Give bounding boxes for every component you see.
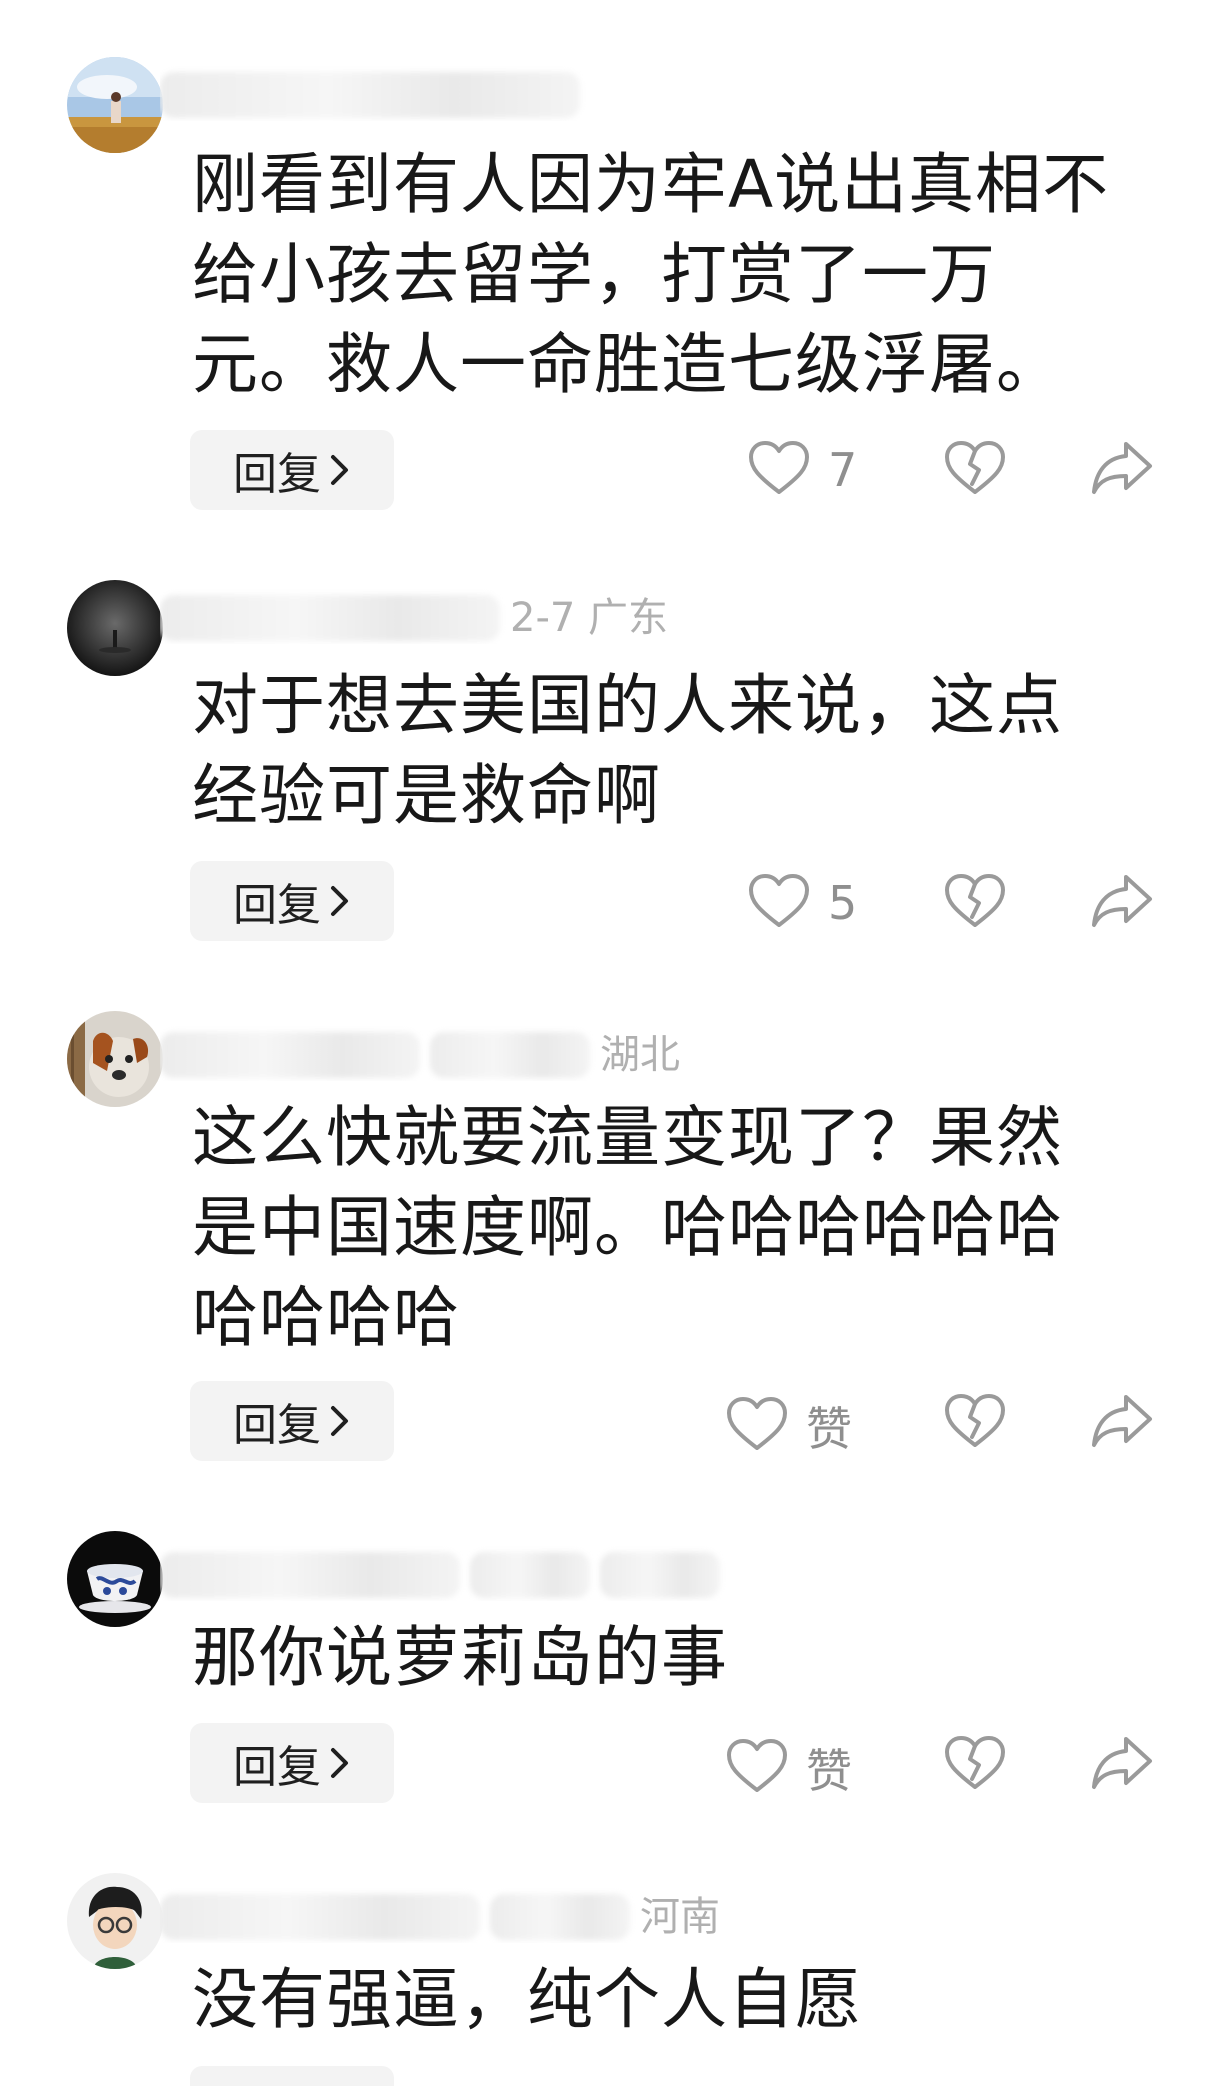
- like-button[interactable]: 赞: [726, 1393, 852, 1459]
- heart-outline-icon: [748, 440, 810, 500]
- comment-meta: [160, 65, 800, 121]
- avatar[interactable]: [67, 580, 163, 676]
- blurred-username: [470, 1552, 590, 1598]
- share-arrow-icon: [1092, 1737, 1152, 1789]
- blurred-username: [600, 1552, 720, 1598]
- dislike-button[interactable]: [944, 873, 1006, 933]
- share-arrow-icon: [1092, 442, 1152, 494]
- share-button[interactable]: [1090, 873, 1154, 933]
- comment-location: 河南: [640, 1894, 720, 1940]
- comment-text: 对于想去美国的人来说，这点 经验可是救命啊: [192, 661, 1162, 841]
- reply-button[interactable]: 回复: [190, 861, 394, 941]
- comment-meta: 河南: [160, 1887, 800, 1943]
- reply-button[interactable]: 回复: [190, 1381, 394, 1461]
- like-button[interactable]: 7: [748, 440, 857, 500]
- share-arrow-icon: [1092, 1395, 1152, 1447]
- reply-button[interactable]: [190, 2066, 394, 2086]
- comment-text-line: 给小孩去留学，打赏了一万: [192, 236, 996, 313]
- share-button[interactable]: [1090, 440, 1154, 500]
- comment-text-line: 元。救人一命胜造七级浮屠。: [192, 326, 1063, 403]
- broken-heart-icon: [945, 1736, 1005, 1789]
- broken-heart-icon: [945, 1394, 1005, 1447]
- comment-meta: 湖北: [160, 1025, 800, 1081]
- reply-label: 回复: [233, 449, 321, 500]
- blurred-username: [160, 1552, 460, 1598]
- heart-outline-icon: [726, 1738, 788, 1798]
- dislike-button[interactable]: [944, 1393, 1006, 1453]
- heart-outline-icon: [726, 1396, 788, 1456]
- comment-meta: 2-7 广东: [160, 588, 800, 644]
- comment-location: 2-7 广东: [510, 595, 669, 641]
- reply-label: 回复: [233, 1742, 321, 1793]
- comment-text-line: 刚看到有人因为牢A说出真相不: [192, 146, 1110, 223]
- avatar[interactable]: [67, 57, 163, 153]
- comment-text-line: 那你说萝莉岛的事: [192, 1619, 728, 1696]
- chevron-right-icon: [329, 1746, 351, 1780]
- comment-text: 那你说萝莉岛的事: [192, 1613, 1162, 1703]
- comment-text-line: 这么快就要流量变现了？果然: [192, 1099, 1063, 1176]
- comment-text-line: 是中国速度啊。哈哈哈哈哈哈: [192, 1189, 1063, 1266]
- like-button[interactable]: 5: [748, 873, 857, 933]
- like-count: 赞: [806, 1402, 852, 1456]
- comment-text: 这么快就要流量变现了？果然 是中国速度啊。哈哈哈哈哈哈 哈哈哈哈: [192, 1093, 1162, 1363]
- share-arrow-icon: [1092, 875, 1152, 927]
- reply-button[interactable]: 回复: [190, 1723, 394, 1803]
- comment-text-line: 没有强逼，纯个人自愿: [192, 1961, 862, 2038]
- like-count: 7: [828, 443, 858, 497]
- comment-meta: [160, 1545, 800, 1601]
- blurred-username: [160, 72, 580, 118]
- blurred-username: [160, 1894, 480, 1940]
- comment-text: 没有强逼，纯个人自愿: [192, 1955, 1162, 2045]
- broken-heart-icon: [945, 441, 1005, 494]
- share-button[interactable]: [1090, 1393, 1154, 1453]
- avatar[interactable]: [67, 1873, 163, 1969]
- avatar[interactable]: [67, 1011, 163, 1107]
- comment-location: 湖北: [600, 1032, 680, 1078]
- comment-text-line: 经验可是救命啊: [192, 757, 661, 834]
- comment-text: 刚看到有人因为牢A说出真相不 给小孩去留学，打赏了一万 元。救人一命胜造七级浮屠…: [192, 140, 1162, 410]
- blurred-username: [430, 1032, 590, 1078]
- like-count: 5: [828, 876, 858, 930]
- dislike-button[interactable]: [944, 440, 1006, 500]
- chevron-right-icon: [329, 453, 351, 487]
- comment-text-line: 哈哈哈哈: [192, 1279, 460, 1356]
- reply-button[interactable]: 回复: [190, 430, 394, 510]
- blurred-username: [490, 1894, 630, 1940]
- like-button[interactable]: 赞: [726, 1735, 852, 1801]
- avatar[interactable]: [67, 1531, 163, 1627]
- comment-text-line: 对于想去美国的人来说，这点: [192, 667, 1063, 744]
- reply-label: 回复: [233, 1400, 321, 1451]
- reply-label: 回复: [233, 880, 321, 931]
- dislike-button[interactable]: [944, 1735, 1006, 1795]
- blurred-username: [160, 1032, 420, 1078]
- heart-outline-icon: [748, 873, 810, 933]
- share-button[interactable]: [1090, 1735, 1154, 1795]
- chevron-right-icon: [329, 884, 351, 918]
- like-count: 赞: [806, 1744, 852, 1798]
- chevron-right-icon: [329, 1404, 351, 1438]
- blurred-username: [160, 595, 500, 641]
- broken-heart-icon: [945, 874, 1005, 927]
